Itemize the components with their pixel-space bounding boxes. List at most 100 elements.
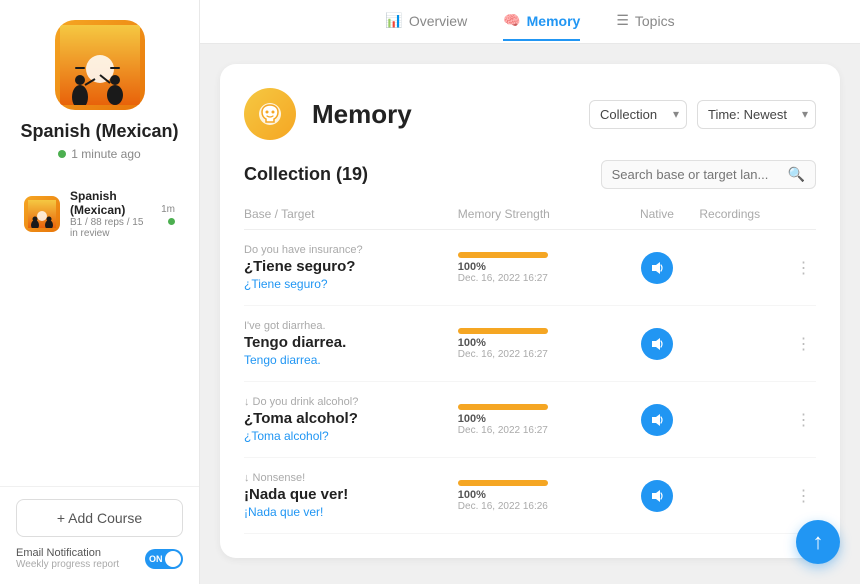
vocab-native-col	[625, 480, 690, 512]
vocab-hint: I've got diarrhea.	[244, 320, 448, 332]
course-title: Spanish (Mexican)	[20, 120, 178, 143]
strength-bar	[458, 480, 548, 486]
email-toggle[interactable]: ON	[145, 549, 183, 569]
vocab-base-col: Do you have insurance? ¿Tiene seguro? ¿T…	[244, 244, 448, 291]
bar-chart-icon: 📊	[385, 12, 402, 29]
strength-pct: 100%	[458, 489, 625, 501]
audio-button[interactable]	[641, 252, 673, 284]
toggle-knob	[165, 551, 181, 567]
strength-date: Dec. 16, 2022 16:27	[458, 273, 625, 284]
list-icon: ☰	[616, 12, 629, 29]
vocab-native-col	[625, 252, 690, 284]
audio-button[interactable]	[641, 480, 673, 512]
speaker-icon	[650, 261, 664, 275]
strength-bar-wrap	[458, 480, 548, 486]
memory-icon: 🧠	[503, 12, 520, 29]
strength-bar-wrap	[458, 252, 548, 258]
vocab-base-col: ↓ Nonsense! ¡Nada que ver! ¡Nada que ver…	[244, 472, 448, 519]
col-header-strength: Memory Strength	[448, 207, 625, 221]
speaker-icon	[650, 489, 664, 503]
vocab-native-col	[625, 404, 690, 436]
vocab-link[interactable]: ¿Toma alcohol?	[244, 429, 448, 443]
table-row: ↓ Nonsense! ¡Nada que ver! ¡Nada que ver…	[244, 458, 816, 534]
nav-topics[interactable]: ☰ Topics	[616, 2, 674, 41]
strength-bar	[458, 328, 548, 334]
col-header-base: Base / Target	[244, 207, 448, 221]
vocab-strength-col: 100% Dec. 16, 2022 16:27	[448, 328, 625, 360]
vocab-base: ¡Nada que ver!	[244, 486, 448, 503]
nav-memory[interactable]: 🧠 Memory	[503, 2, 580, 41]
strength-date: Dec. 16, 2022 16:26	[458, 501, 625, 512]
main-content: 📊 Overview 🧠 Memory ☰ Topics	[200, 0, 860, 584]
add-course-button[interactable]: + Add Course	[16, 499, 183, 537]
memory-title: Memory	[312, 99, 573, 130]
collection-title: Collection (19)	[244, 164, 601, 185]
search-wrap: 🔍	[601, 160, 816, 189]
table-header: Base / Target Memory Strength Native Rec…	[244, 203, 816, 230]
vocab-strength-col: 100% Dec. 16, 2022 16:27	[448, 404, 625, 436]
sub-course-info: Spanish (Mexican) B1 / 88 reps / 15 in r…	[70, 189, 151, 239]
audio-button[interactable]	[641, 404, 673, 436]
scroll-up-button[interactable]: ↑	[796, 520, 840, 564]
vocab-hint: ↓ Nonsense!	[244, 472, 448, 484]
brain-icon	[256, 100, 284, 128]
sidebar: Spanish (Mexican) 1 minute ago	[0, 0, 200, 584]
col-header-native: Native	[625, 207, 690, 221]
menu-dots-icon[interactable]: ⋮	[796, 486, 813, 506]
search-icon: 🔍	[788, 166, 805, 183]
card-header: Memory Collection Time: Newest	[244, 88, 816, 140]
table-row: Do you have insurance? ¿Tiene seguro? ¿T…	[244, 230, 816, 306]
vocab-link[interactable]: ¡Nada que ver!	[244, 505, 448, 519]
sub-online-dot	[168, 218, 175, 225]
col-header-menu	[792, 207, 816, 221]
audio-button[interactable]	[641, 328, 673, 360]
vocab-hint: ↓ Do you drink alcohol?	[244, 396, 448, 408]
table-row: I've got diarrhea. Tengo diarrea. Tengo …	[244, 306, 816, 382]
time-filter[interactable]: Time: Newest	[697, 100, 816, 129]
sidebar-bottom: + Add Course Email Notification Weekly p…	[0, 486, 199, 584]
table-row: ↓ Do you drink alcohol? ¿Toma alcohol? ¿…	[244, 382, 816, 458]
strength-bar	[458, 404, 548, 410]
collection-header: Collection (19) 🔍	[244, 160, 816, 189]
course-time: 1 minute ago	[58, 147, 140, 161]
memory-icon-wrap	[244, 88, 296, 140]
strength-pct: 100%	[458, 413, 625, 425]
menu-dots-icon[interactable]: ⋮	[796, 258, 813, 278]
strength-bar-wrap	[458, 404, 548, 410]
strength-bar	[458, 252, 548, 258]
strength-pct: 100%	[458, 337, 625, 349]
col-header-recordings: Recordings	[689, 207, 792, 221]
menu-dots-icon[interactable]: ⋮	[796, 334, 813, 354]
course-logo	[55, 20, 145, 110]
vocab-native-col	[625, 328, 690, 360]
online-dot	[58, 150, 66, 158]
vocab-list: Do you have insurance? ¿Tiene seguro? ¿T…	[244, 230, 816, 534]
nav-overview[interactable]: 📊 Overview	[385, 2, 467, 41]
vocab-base: ¿Toma alcohol?	[244, 410, 448, 427]
collection-filter-wrap: Collection	[589, 100, 687, 129]
filter-row: Collection Time: Newest	[589, 100, 816, 129]
vocab-menu-col: ⋮	[792, 334, 816, 354]
top-nav: 📊 Overview 🧠 Memory ☰ Topics	[200, 0, 860, 44]
strength-date: Dec. 16, 2022 16:27	[458, 349, 625, 360]
speaker-icon	[650, 337, 664, 351]
vocab-hint: Do you have insurance?	[244, 244, 448, 256]
menu-dots-icon[interactable]: ⋮	[796, 410, 813, 430]
vocab-link[interactable]: Tengo diarrea.	[244, 353, 448, 367]
collection-filter[interactable]: Collection	[589, 100, 687, 129]
vocab-menu-col: ⋮	[792, 258, 816, 278]
email-notification: Email Notification Weekly progress repor…	[16, 545, 183, 572]
memory-card: Memory Collection Time: Newest	[220, 64, 840, 558]
vocab-strength-col: 100% Dec. 16, 2022 16:26	[448, 480, 625, 512]
strength-pct: 100%	[458, 261, 625, 273]
content-area: Memory Collection Time: Newest	[200, 44, 860, 584]
vocab-base-col: ↓ Do you drink alcohol? ¿Toma alcohol? ¿…	[244, 396, 448, 443]
vocab-link[interactable]: ¿Tiene seguro?	[244, 277, 448, 291]
strength-date: Dec. 16, 2022 16:27	[458, 425, 625, 436]
vocab-strength-col: 100% Dec. 16, 2022 16:27	[448, 252, 625, 284]
sub-course-item[interactable]: Spanish (Mexican) B1 / 88 reps / 15 in r…	[12, 181, 187, 247]
vocab-base-col: I've got diarrhea. Tengo diarrea. Tengo …	[244, 320, 448, 367]
search-input[interactable]	[612, 167, 782, 182]
vocab-base: ¿Tiene seguro?	[244, 258, 448, 275]
vocab-base: Tengo diarrea.	[244, 334, 448, 351]
